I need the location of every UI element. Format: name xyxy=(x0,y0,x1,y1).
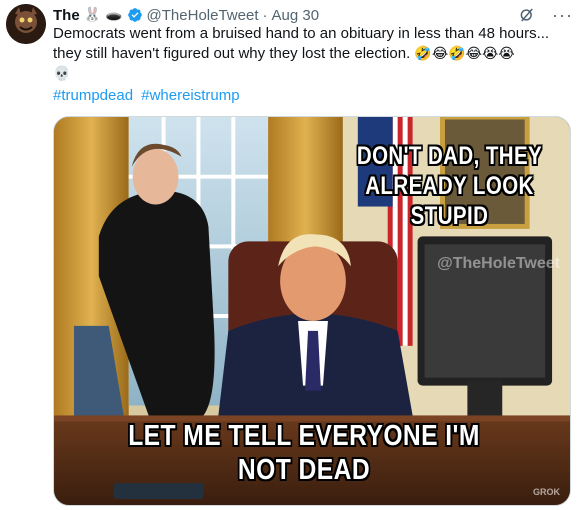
handle[interactable]: @TheHoleTweet xyxy=(147,7,259,24)
tweet: The 🐰 🕳️ @TheHoleTweet · Aug 30 ··· Demo… xyxy=(0,0,587,510)
tweet-text-line: Democrats went from a bruised hand to an… xyxy=(53,25,550,42)
separator-dot: · xyxy=(262,6,268,24)
tweet-image[interactable]: DON'T DAD, THEY ALREADY LOOK STUPID @The… xyxy=(53,116,571,506)
rabbit-emoji-icon: 🐰 xyxy=(83,7,102,23)
display-name[interactable]: The xyxy=(53,7,80,24)
verified-badge-icon xyxy=(127,7,143,23)
tweet-text-line: they still haven't figured out why they … xyxy=(53,44,573,64)
tweet-text-segment: they still haven't figured out why they … xyxy=(53,45,411,62)
skull-emoji-icon: 💀 xyxy=(53,66,71,82)
tweet-actions-top: ··· xyxy=(518,6,573,24)
more-icon[interactable]: ··· xyxy=(552,6,573,24)
hashtag-link[interactable]: #whereistrump xyxy=(141,87,239,104)
timestamp[interactable]: Aug 30 xyxy=(272,7,320,24)
hole-emoji-icon: 🕳️ xyxy=(105,7,123,23)
meme-caption-bottom: LET ME TELL EVERYONE I'M NOT DEAD xyxy=(128,420,480,486)
hashtag-link[interactable]: #trumpdead xyxy=(53,87,133,104)
hashtags: #trumpdead #whereistrump xyxy=(53,87,244,104)
laughing-crying-emojis-icon: 🤣😂🤣😂😭😭 xyxy=(414,46,515,62)
watermark-text: @TheHoleTweet xyxy=(437,255,560,272)
tweet-header: The 🐰 🕳️ @TheHoleTweet · Aug 30 xyxy=(53,5,319,25)
tweet-text: Democrats went from a bruised hand to an… xyxy=(53,24,573,84)
meme-caption-top: DON'T DAD, THEY ALREADY LOOK STUPID xyxy=(356,142,543,230)
avatar[interactable] xyxy=(6,4,46,44)
grok-icon[interactable] xyxy=(518,6,536,24)
grok-credit: GROK xyxy=(533,487,560,497)
